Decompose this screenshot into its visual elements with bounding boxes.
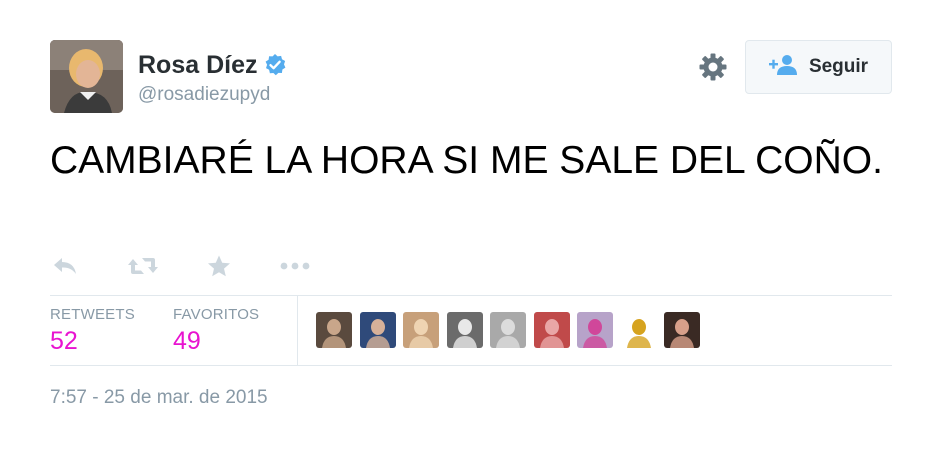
- user-handle[interactable]: @rosadiezupyd: [138, 84, 287, 106]
- favoriter-avatar-7[interactable]: [577, 312, 613, 348]
- retweet-icon[interactable]: [126, 252, 160, 280]
- follow-button-label: Seguir: [808, 56, 869, 77]
- tweet-text: CAMBIARÉ LA HORA SI ME SALE DEL COÑO.: [50, 139, 883, 182]
- user-fullname[interactable]: Rosa Díez: [138, 51, 257, 80]
- tweet-header: Rosa Díez @rosadiezupyd Seguir: [50, 40, 892, 113]
- follow-button[interactable]: Seguir: [745, 40, 892, 94]
- favorite-icon[interactable]: [206, 252, 232, 280]
- retweets-label: RETWEETS: [50, 306, 135, 323]
- favorites-stat[interactable]: FAVORITOS 49: [173, 306, 259, 356]
- stats-divider: [297, 296, 298, 365]
- favoriter-avatar-6[interactable]: [533, 312, 570, 348]
- favoriter-avatar-3[interactable]: [403, 312, 439, 348]
- favoriter-avatar-8[interactable]: [620, 312, 657, 348]
- retweets-count: 52: [50, 327, 78, 355]
- favoriter-avatar-4[interactable]: [446, 312, 483, 348]
- retweets-stat[interactable]: RETWEETS 52: [50, 306, 135, 356]
- favoriter-avatar-5[interactable]: [490, 312, 526, 348]
- tweet-stats: RETWEETS 52 FAVORITOS 49: [50, 295, 892, 366]
- favoriter-avatar-2[interactable]: [359, 312, 396, 348]
- favoriter-avatar-1[interactable]: [316, 312, 352, 348]
- reply-icon[interactable]: [50, 252, 80, 280]
- favorites-label: FAVORITOS: [173, 306, 260, 323]
- tweet-timestamp[interactable]: 7:57 - 25 de mar. de 2015: [50, 387, 268, 409]
- user-avatar[interactable]: [50, 40, 123, 113]
- favoriter-avatars: [316, 312, 708, 348]
- favorites-count: 49: [173, 327, 201, 355]
- add-user-icon: [768, 54, 799, 81]
- favoriter-avatar-9[interactable]: [664, 312, 700, 348]
- verified-badge-icon: [263, 53, 287, 77]
- more-icon[interactable]: [280, 252, 310, 280]
- gear-icon[interactable]: [698, 52, 728, 82]
- tweet-actions: [50, 252, 310, 280]
